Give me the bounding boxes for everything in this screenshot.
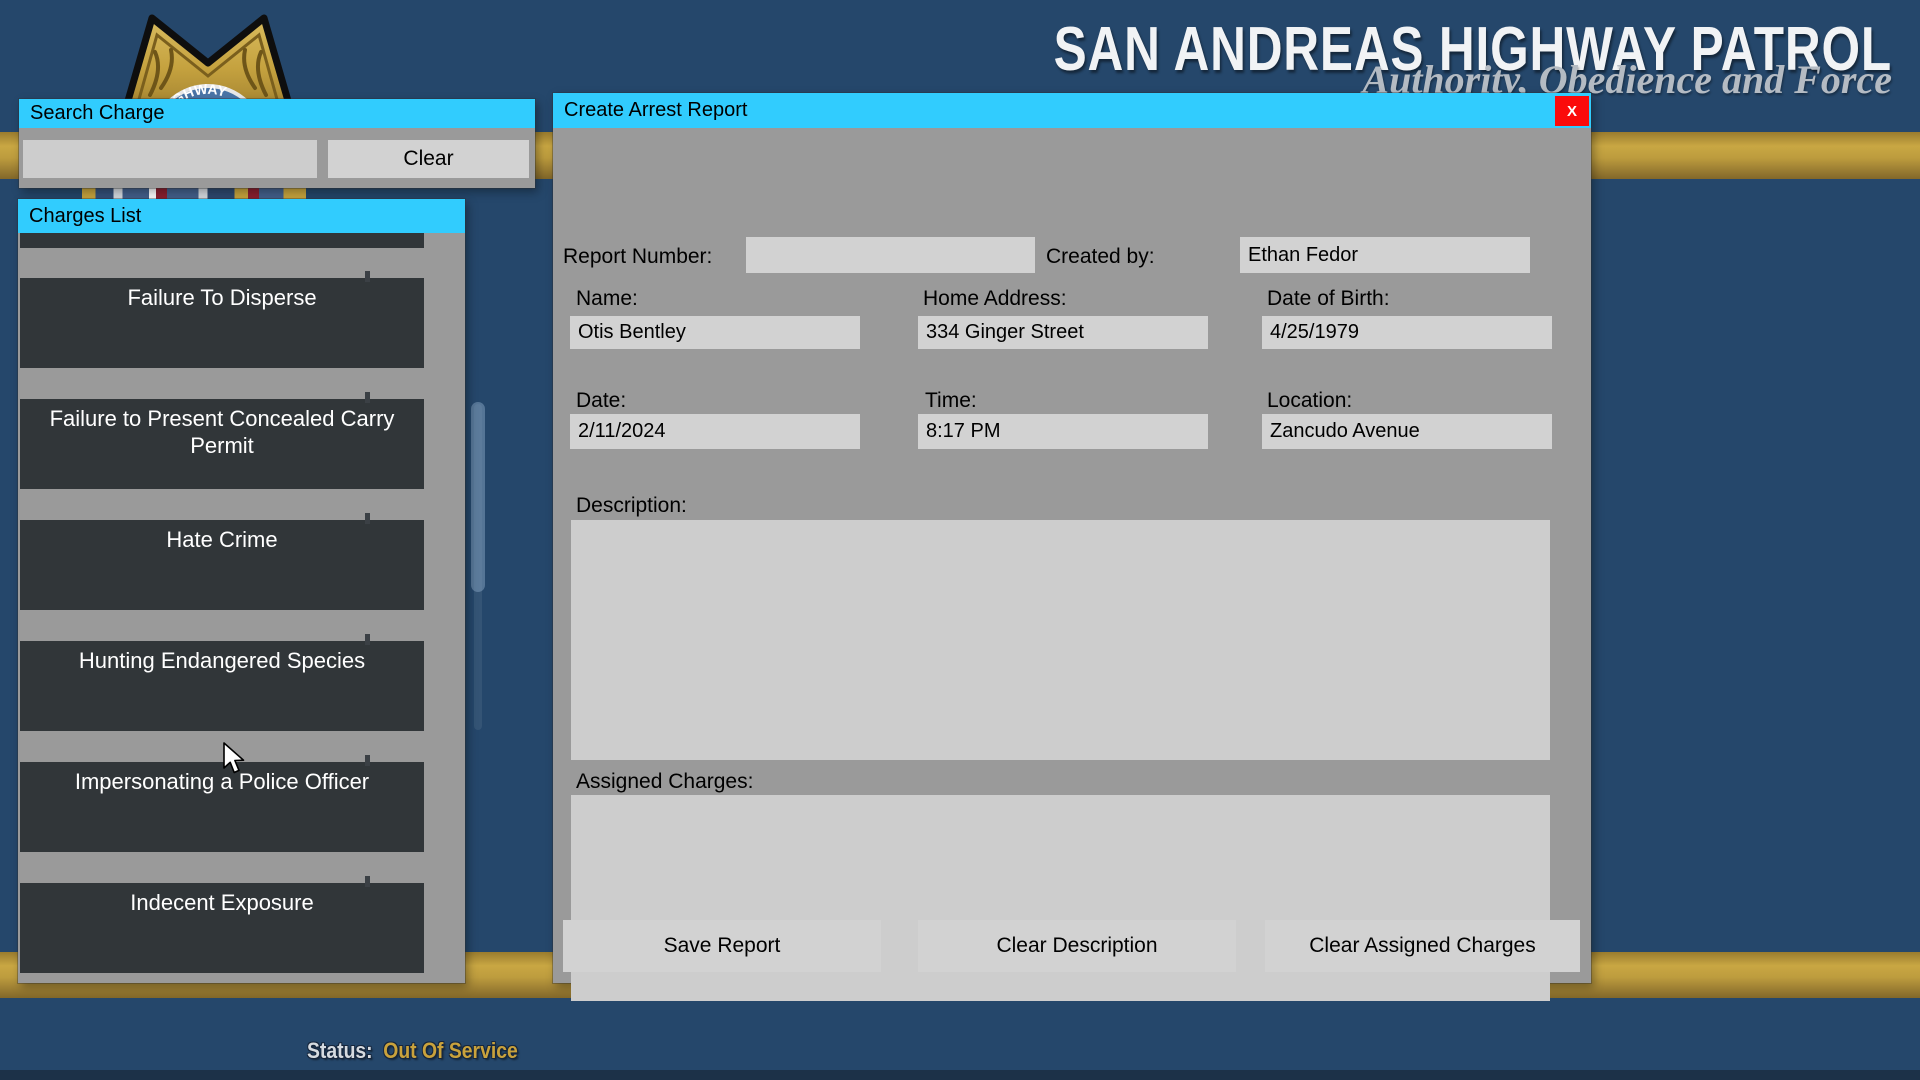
description-textarea[interactable] bbox=[571, 520, 1550, 760]
charge-list-item[interactable]: Failure to Present Concealed Carry Permi… bbox=[20, 399, 424, 489]
charge-list-item[interactable]: Hunting Endangered Species bbox=[20, 641, 424, 731]
created-by-label: Created by: bbox=[1046, 245, 1155, 269]
report-number-label: Report Number: bbox=[563, 245, 712, 269]
screen: HIGHWAY SAN ANDREAS HIGHWAY PATROL Autho… bbox=[0, 0, 1920, 1080]
home-address-label: Home Address: bbox=[923, 287, 1067, 311]
location-label: Location: bbox=[1267, 389, 1352, 413]
item-notch bbox=[365, 876, 370, 887]
item-notch bbox=[365, 634, 370, 645]
item-notch bbox=[365, 392, 370, 403]
search-panel-title: Search Charge bbox=[30, 102, 165, 125]
status-label: Status: bbox=[307, 1038, 373, 1063]
name-label: Name: bbox=[576, 287, 638, 311]
clear-assigned-charges-button[interactable]: Clear Assigned Charges bbox=[1265, 920, 1580, 972]
search-charge-panel: Search Charge Clear bbox=[19, 99, 535, 188]
date-of-birth-input[interactable] bbox=[1262, 316, 1552, 349]
charge-list-item[interactable]: Failure To Disperse bbox=[20, 278, 424, 368]
charge-item-label: Hate Crime bbox=[166, 527, 277, 552]
charges-list-title: Charges List bbox=[29, 205, 141, 228]
name-input[interactable] bbox=[570, 316, 860, 349]
clear-search-button[interactable]: Clear bbox=[328, 140, 529, 178]
home-address-input[interactable] bbox=[918, 316, 1208, 349]
charge-item-label: Hunting Endangered Species bbox=[79, 648, 365, 673]
charges-list-body: Failure To Disperse Failure to Present C… bbox=[18, 233, 465, 983]
item-notch bbox=[365, 513, 370, 524]
time-label: Time: bbox=[925, 389, 977, 413]
bottom-edge-bar bbox=[0, 1070, 1920, 1080]
report-window-title: Create Arrest Report bbox=[564, 99, 747, 122]
charges-list-titlebar: Charges List bbox=[18, 199, 465, 233]
charge-item-label: Failure To Disperse bbox=[127, 285, 316, 310]
date-label: Date: bbox=[576, 389, 626, 413]
status-bar: Status: Out Of Service bbox=[307, 1038, 518, 1064]
clear-description-button[interactable]: Clear Description bbox=[918, 920, 1236, 972]
charges-list-panel: Charges List Failure To Disperse Failure… bbox=[18, 199, 465, 983]
charge-list-item[interactable]: Indecent Exposure bbox=[20, 883, 424, 973]
created-by-input[interactable] bbox=[1240, 237, 1530, 273]
time-input[interactable] bbox=[918, 414, 1208, 449]
date-of-birth-label: Date of Birth: bbox=[1267, 287, 1390, 311]
location-input[interactable] bbox=[1262, 414, 1552, 449]
save-report-button[interactable]: Save Report bbox=[563, 920, 881, 972]
report-number-input[interactable] bbox=[746, 237, 1035, 273]
status-badge: Out Of Service bbox=[383, 1038, 518, 1063]
charge-list-item[interactable]: Impersonating a Police Officer bbox=[20, 762, 424, 852]
charge-item-partial[interactable] bbox=[20, 233, 424, 248]
charge-item-label: Indecent Exposure bbox=[130, 890, 313, 915]
item-notch bbox=[365, 755, 370, 766]
description-label: Description: bbox=[576, 494, 687, 518]
charge-list-item[interactable]: Hate Crime bbox=[20, 520, 424, 610]
search-charge-input[interactable] bbox=[23, 140, 317, 178]
item-notch bbox=[365, 271, 370, 282]
create-arrest-report-window: Create Arrest Report X Report Number: Cr… bbox=[553, 93, 1591, 983]
charge-item-label: Impersonating a Police Officer bbox=[75, 769, 369, 794]
date-input[interactable] bbox=[570, 414, 860, 449]
search-panel-titlebar: Search Charge bbox=[19, 99, 535, 128]
assigned-charges-label: Assigned Charges: bbox=[576, 770, 753, 794]
close-icon[interactable]: X bbox=[1555, 96, 1589, 126]
charges-scrollbar-thumb[interactable] bbox=[471, 402, 485, 592]
charge-item-label: Failure to Present Concealed Carry Permi… bbox=[50, 406, 395, 458]
report-window-titlebar: Create Arrest Report bbox=[553, 93, 1591, 128]
